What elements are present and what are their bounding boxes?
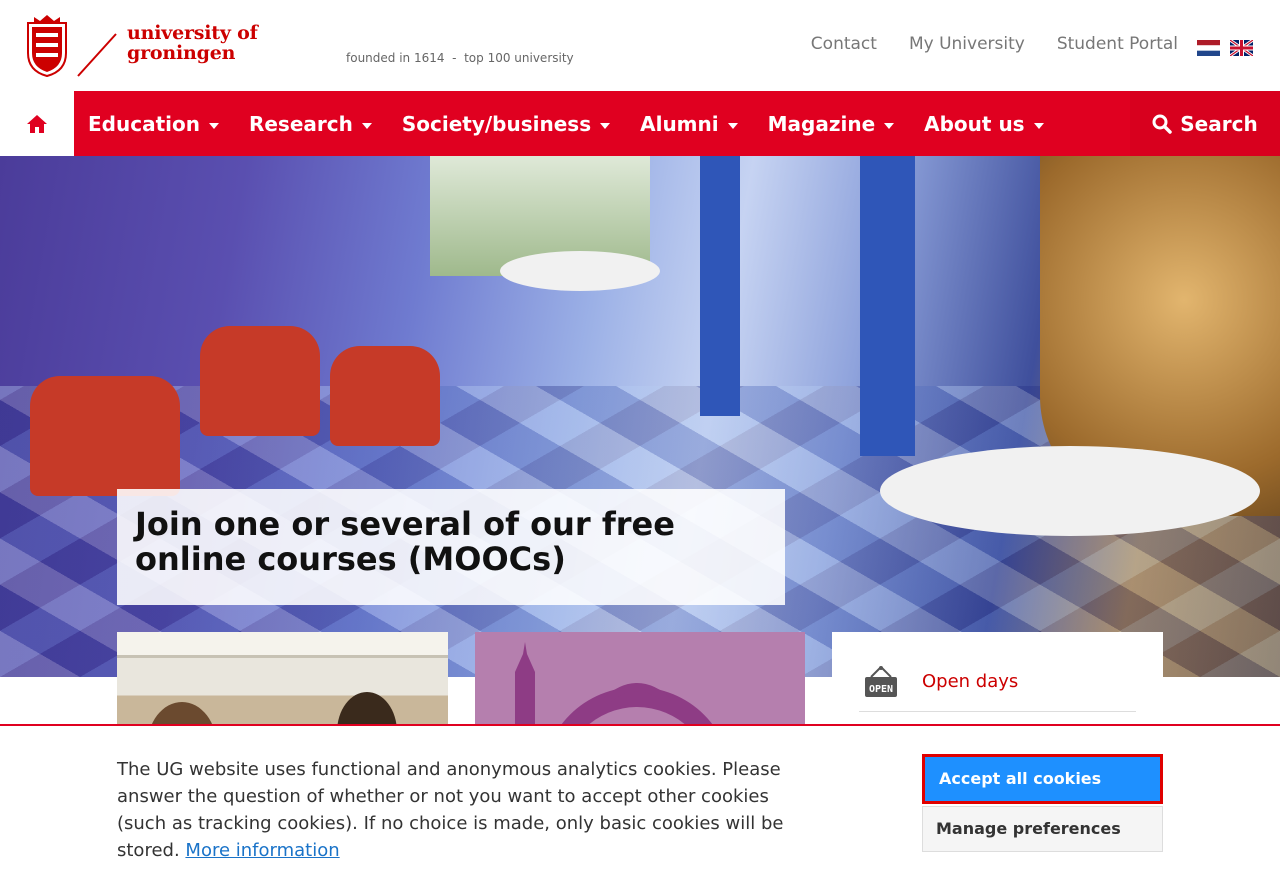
nl-flag-icon[interactable] bbox=[1197, 40, 1220, 56]
hero-title: Join one or several of our free online c… bbox=[135, 505, 675, 578]
student-portal-link[interactable]: Student Portal bbox=[1057, 34, 1178, 54]
more-information-link[interactable]: More information bbox=[185, 840, 339, 861]
caret-down-icon bbox=[600, 122, 611, 129]
hero-caption[interactable]: Join one or several of our free online c… bbox=[117, 489, 785, 605]
hero-pillar bbox=[860, 156, 915, 456]
open-sign-icon: OPEN bbox=[859, 662, 903, 702]
nav-item-society-business[interactable]: Society/business bbox=[401, 111, 611, 136]
home-icon bbox=[27, 114, 47, 133]
nav-label: Education bbox=[88, 111, 200, 136]
cookie-banner: The UG website uses functional and anony… bbox=[0, 724, 1280, 887]
hero-pillar bbox=[700, 156, 740, 416]
hero-chair bbox=[30, 376, 180, 496]
nav-item-research[interactable]: Research bbox=[249, 112, 372, 136]
hero-table bbox=[880, 446, 1260, 536]
nav-label: Society/business bbox=[401, 111, 592, 136]
uk-flag-icon[interactable] bbox=[1230, 40, 1253, 56]
caret-down-icon bbox=[884, 122, 895, 129]
search-button[interactable]: Search bbox=[1130, 91, 1280, 156]
home-tab[interactable] bbox=[0, 91, 74, 156]
nav-label: About us bbox=[924, 111, 1025, 136]
nav-item-magazine[interactable]: Magazine bbox=[768, 112, 895, 136]
top-links: Contact My University Student Portal bbox=[811, 34, 1178, 54]
search-icon bbox=[1152, 114, 1173, 134]
open-days-link[interactable]: OPEN Open days bbox=[859, 652, 1136, 712]
hero-chair bbox=[330, 346, 440, 446]
nav-label: Magazine bbox=[767, 111, 876, 136]
search-label: Search bbox=[1180, 111, 1258, 136]
main-nav: Education Research Society/business Alum… bbox=[0, 91, 1280, 156]
nav-items: Education Research Society/business Alum… bbox=[88, 91, 1074, 156]
hero-chair bbox=[200, 326, 320, 436]
caret-down-icon bbox=[1033, 122, 1044, 129]
caret-down-icon bbox=[208, 122, 219, 129]
cookie-message: The UG website uses functional and anony… bbox=[117, 756, 817, 864]
accept-all-cookies-button[interactable]: Accept all cookies bbox=[922, 754, 1163, 804]
nav-label: Alumni bbox=[640, 111, 719, 136]
svg-text:OPEN: OPEN bbox=[869, 684, 893, 695]
logo-line-2: groningen bbox=[127, 42, 236, 64]
logo-line-1: university of bbox=[127, 22, 258, 44]
manage-preferences-button[interactable]: Manage preferences bbox=[922, 806, 1163, 852]
hero-table bbox=[500, 251, 660, 291]
hero-image: Join one or several of our free online c… bbox=[0, 156, 1280, 677]
open-days-label: Open days bbox=[922, 671, 1019, 692]
language-switcher bbox=[1197, 40, 1253, 56]
caret-down-icon bbox=[727, 122, 738, 129]
tagline: founded in 1614 - top 100 university bbox=[346, 51, 574, 65]
nav-item-about-us[interactable]: About us bbox=[924, 111, 1044, 136]
nav-item-alumni[interactable]: Alumni bbox=[640, 112, 738, 136]
nav-label: Research bbox=[248, 111, 353, 136]
logo-wordmark: university of groningen bbox=[127, 23, 258, 63]
site-header: university of groningen founded in 1614 … bbox=[0, 0, 1280, 91]
card-photo-wall bbox=[117, 632, 448, 658]
caret-down-icon bbox=[361, 122, 372, 129]
contact-link[interactable]: Contact bbox=[811, 34, 877, 54]
nav-item-education[interactable]: Education bbox=[88, 112, 219, 136]
my-university-link[interactable]: My University bbox=[909, 34, 1025, 54]
